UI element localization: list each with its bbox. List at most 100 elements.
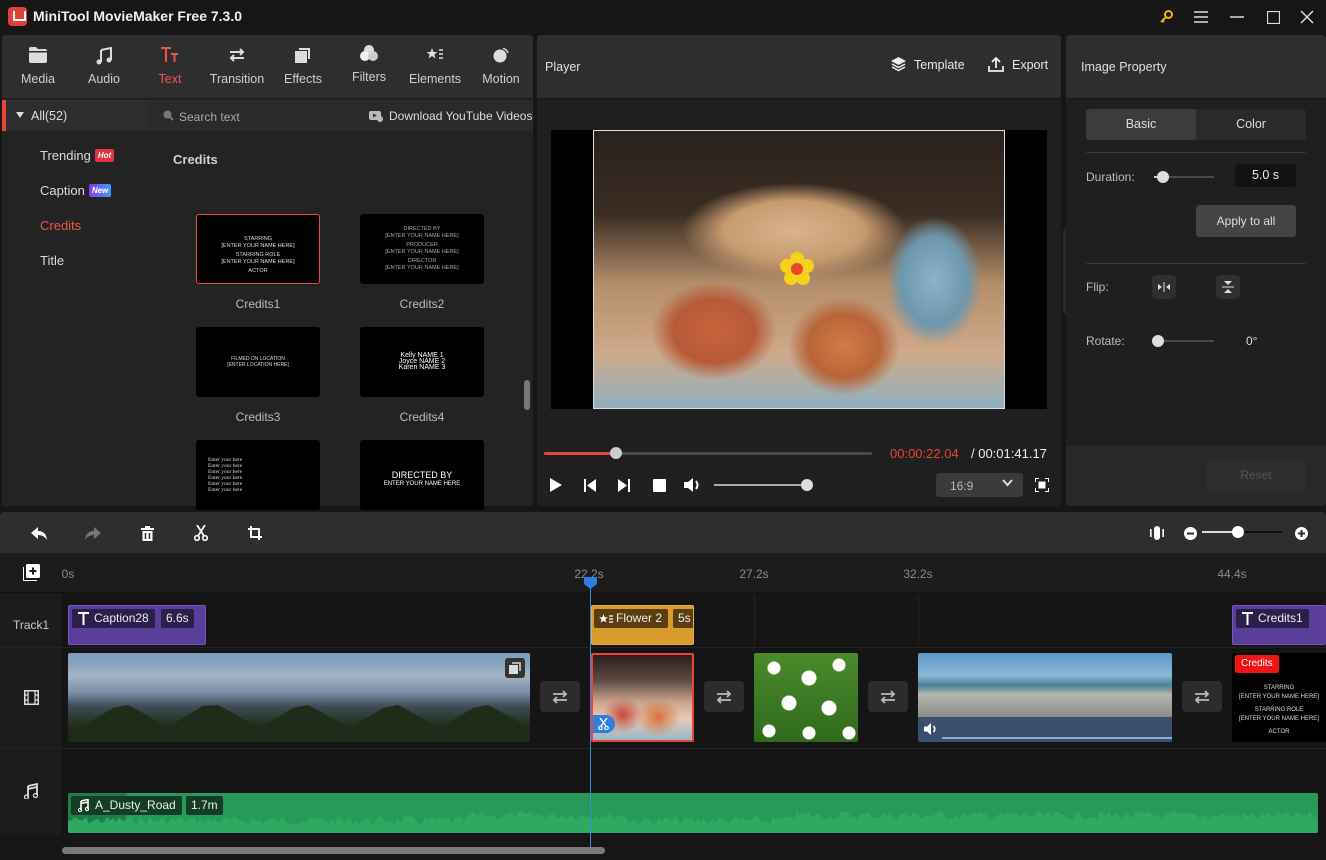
volume-knob[interactable]: [801, 479, 813, 491]
tab-basic[interactable]: Basic: [1086, 109, 1196, 140]
transition-slot[interactable]: [1182, 681, 1222, 712]
stop-button[interactable]: [648, 476, 670, 494]
zoom-in-button[interactable]: [1291, 523, 1311, 543]
template-credits4[interactable]: Kelly NAME 1 Joyce NAME 2 Karen NAME 3 C…: [360, 327, 484, 424]
minimize-icon[interactable]: [1225, 6, 1249, 28]
timeline-toolbar: [0, 512, 1326, 553]
video-clip-credits[interactable]: Credits STARRING [ENTER YOUR NAME HERE] …: [1232, 653, 1326, 742]
next-frame-button[interactable]: [613, 476, 635, 494]
volume-slider[interactable]: [714, 479, 813, 491]
property-footer: Reset: [1066, 446, 1326, 506]
template-preview: STARRING [ENTER YOUR NAME HERE] STARRING…: [196, 214, 320, 284]
template-credits3[interactable]: FILMED ON LOCATION [ENTER LOCATION HERE]…: [196, 327, 320, 424]
key-icon[interactable]: [1154, 6, 1178, 28]
category-credits[interactable]: Credits: [40, 218, 81, 233]
playback-progress-slider[interactable]: [544, 447, 872, 459]
duration-knob[interactable]: [1157, 171, 1169, 183]
video-preview[interactable]: [551, 130, 1047, 409]
tab-motion[interactable]: Motion: [469, 35, 533, 99]
apply-to-all-button[interactable]: Apply to all: [1196, 205, 1296, 237]
maximize-icon[interactable]: [1261, 6, 1285, 28]
video-clip-train[interactable]: [918, 653, 1172, 742]
timeline-ruler[interactable]: 0s 22.2s 27.2s 32.2s 44.4s: [0, 553, 1326, 593]
transition-slot[interactable]: [540, 681, 580, 712]
transition-slot[interactable]: [868, 681, 908, 712]
aspect-ratio-select[interactable]: 16:9: [936, 473, 1023, 497]
rotate-knob[interactable]: [1152, 335, 1164, 347]
track-separator: [0, 748, 1326, 749]
video-clip-mountains[interactable]: [68, 653, 530, 742]
caption-clip[interactable]: Caption28 6.6s: [68, 605, 206, 645]
duration-slider[interactable]: [1154, 171, 1214, 183]
previous-frame-button[interactable]: [579, 476, 601, 494]
credits-text-clip[interactable]: Credits1: [1232, 605, 1326, 645]
export-button[interactable]: Export: [988, 57, 1048, 72]
zoom-knob[interactable]: [1232, 526, 1244, 538]
transition-slot[interactable]: [704, 681, 744, 712]
category-all[interactable]: All(52): [2, 100, 147, 131]
undo-button[interactable]: [29, 523, 49, 543]
category-title[interactable]: Title: [40, 253, 64, 268]
collapse-triangle-icon: [16, 112, 24, 118]
grid-line: [918, 593, 919, 648]
timeline-zoom-slider[interactable]: [1202, 526, 1282, 538]
search-bar: Search text Download YouTube Videos: [147, 100, 533, 131]
audio-waveform: [68, 811, 1318, 833]
category-trending[interactable]: Trending Hot: [40, 148, 115, 163]
element-clip-flower[interactable]: Flower 2 5s: [591, 605, 694, 645]
clip-options-icon[interactable]: [505, 658, 525, 678]
text-clip-icon: [78, 612, 89, 625]
tab-text[interactable]: Text: [138, 35, 202, 99]
play-button[interactable]: [545, 476, 567, 494]
close-icon[interactable]: [1295, 6, 1319, 28]
tab-effects[interactable]: Effects: [271, 35, 335, 99]
download-youtube-link[interactable]: Download YouTube Videos: [369, 109, 532, 123]
duration-input[interactable]: 5.0 s: [1235, 164, 1296, 187]
track1-label: Track1: [13, 618, 50, 632]
ruler-tick: 44.4s: [1217, 567, 1247, 581]
youtube-download-icon: [369, 111, 383, 122]
template-credits2[interactable]: DIRECTED BY [ENTER YOUR NAME HERE] PRODU…: [360, 214, 484, 311]
add-track-icon[interactable]: [23, 564, 40, 581]
search-input[interactable]: Search text: [179, 110, 240, 124]
template-preview: FILMED ON LOCATION [ENTER LOCATION HERE]: [196, 327, 320, 397]
clip-audio-icon[interactable]: [924, 723, 938, 735]
menu-icon[interactable]: [1189, 6, 1213, 28]
rotate-slider[interactable]: [1152, 335, 1214, 347]
flip-horizontal-button[interactable]: [1152, 275, 1176, 299]
fit-timeline-button[interactable]: [1147, 523, 1167, 543]
tab-color[interactable]: Color: [1196, 109, 1306, 140]
video-clip-flowers-selected[interactable]: [591, 653, 694, 742]
crop-button[interactable]: [245, 523, 265, 543]
flower-sticker-element[interactable]: [780, 252, 814, 286]
rotate-label: Rotate:: [1086, 334, 1125, 348]
flip-vertical-button[interactable]: [1216, 275, 1240, 299]
elements-icon: [403, 47, 467, 67]
progress-fill: [544, 452, 617, 455]
tab-elements[interactable]: Elements: [403, 35, 467, 99]
audio-clip[interactable]: A_Dusty_Road 1.7m: [68, 793, 1318, 833]
title-bar: MiniTool MovieMaker Free 7.3.0: [0, 0, 1326, 33]
delete-button[interactable]: [137, 523, 157, 543]
tab-transition[interactable]: Transition: [205, 35, 269, 99]
category-caption[interactable]: Caption New: [40, 183, 112, 198]
volume-button[interactable]: [682, 476, 704, 494]
template-button[interactable]: Template: [891, 57, 965, 72]
redo-button[interactable]: [83, 523, 103, 543]
video-clip-daisies[interactable]: [754, 653, 858, 742]
zoom-out-button[interactable]: [1180, 523, 1200, 543]
content-scrollbar[interactable]: [524, 380, 530, 410]
tab-filters[interactable]: Filters: [337, 35, 401, 99]
skip-forward-icon: [618, 478, 630, 492]
tab-media[interactable]: Media: [6, 35, 70, 99]
fullscreen-button[interactable]: [1031, 476, 1053, 494]
current-time: 00:00:22.04: [890, 446, 959, 461]
timeline-horizontal-scrollbar[interactable]: [62, 847, 605, 854]
split-marker-icon[interactable]: [593, 715, 615, 733]
reset-button[interactable]: Reset: [1206, 460, 1306, 491]
progress-knob[interactable]: [610, 447, 623, 459]
tab-audio[interactable]: Audio: [72, 35, 136, 99]
template-credits1[interactable]: STARRING [ENTER YOUR NAME HERE] STARRING…: [196, 214, 320, 311]
playhead-handle[interactable]: [584, 577, 597, 589]
split-button[interactable]: [191, 523, 211, 543]
